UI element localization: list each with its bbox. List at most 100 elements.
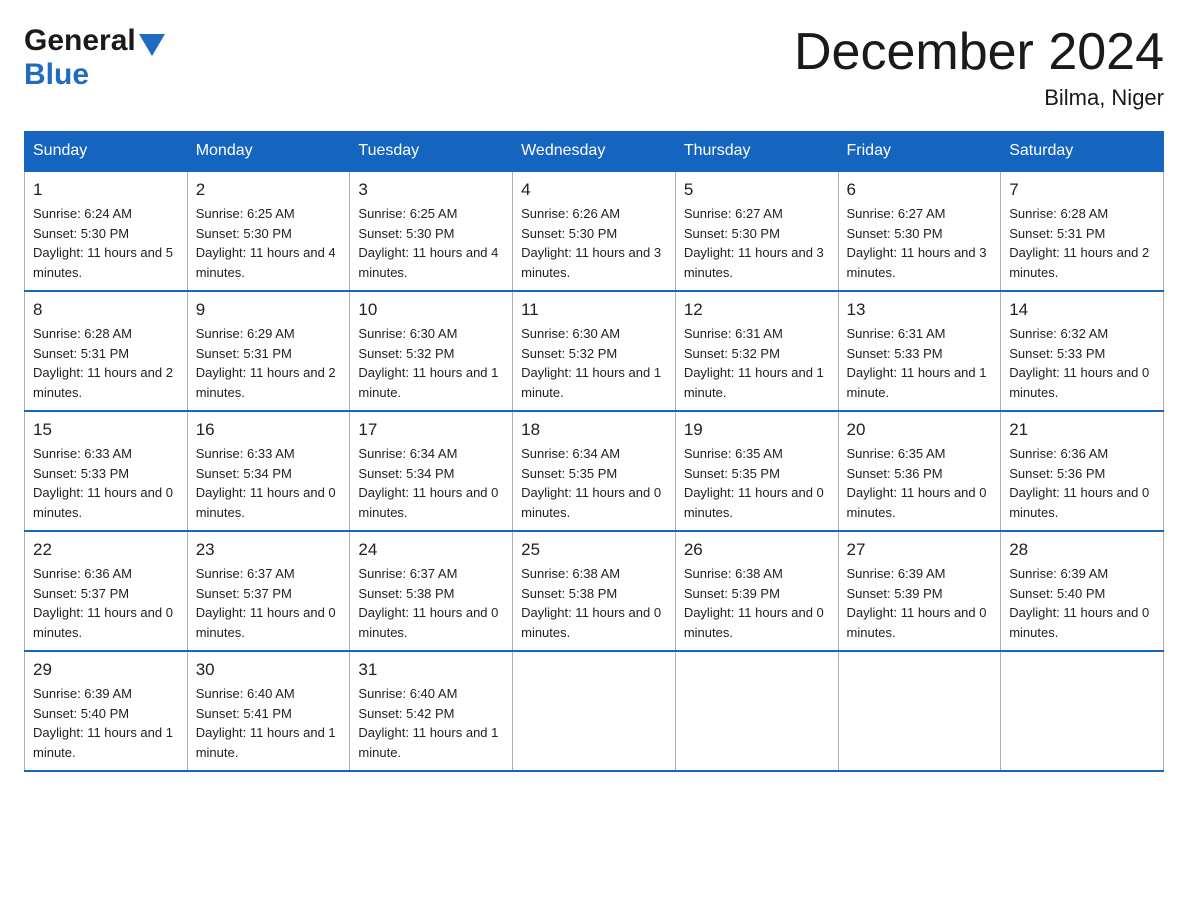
day-number: 18 <box>521 420 667 440</box>
calendar-cell: 4 Sunrise: 6:26 AMSunset: 5:30 PMDaylight… <box>513 171 676 291</box>
calendar-cell: 11Sunrise: 6:30 AMSunset: 5:32 PMDayligh… <box>513 291 676 411</box>
title-section: December 2024 Bilma, Niger <box>794 24 1164 111</box>
calendar-cell: 31 Sunrise: 6:40 AMSunset: 5:42 PMDayligh… <box>350 651 513 771</box>
week-row-4: 22 Sunrise: 6:36 AMSunset: 5:37 PMDayligh… <box>25 531 1164 651</box>
calendar-cell: 15Sunrise: 6:33 AMSunset: 5:33 PMDayligh… <box>25 411 188 531</box>
week-row-1: 1 Sunrise: 6:24 AMSunset: 5:30 PMDaylight… <box>25 171 1164 291</box>
calendar-cell: 12 Sunrise: 6:31 AMSunset: 5:32 PMDayligh… <box>675 291 838 411</box>
day-info: Sunrise: 6:24 AMSunset: 5:30 PMDaylight:… <box>33 204 179 282</box>
calendar-cell: 3 Sunrise: 6:25 AMSunset: 5:30 PMDaylight… <box>350 171 513 291</box>
day-info: Sunrise: 6:27 AMSunset: 5:30 PMDaylight:… <box>847 204 993 282</box>
day-number: 30 <box>196 660 342 680</box>
page-header: General Blue December 2024 Bilma, Niger <box>24 24 1164 111</box>
day-number: 10 <box>358 300 504 320</box>
day-info: Sunrise: 6:32 AMSunset: 5:33 PMDaylight:… <box>1009 324 1155 402</box>
week-row-5: 29Sunrise: 6:39 AMSunset: 5:40 PMDayligh… <box>25 651 1164 771</box>
week-row-3: 15Sunrise: 6:33 AMSunset: 5:33 PMDayligh… <box>25 411 1164 531</box>
day-info: Sunrise: 6:40 AMSunset: 5:42 PMDaylight:… <box>358 684 504 762</box>
day-info: Sunrise: 6:31 AMSunset: 5:32 PMDaylight:… <box>684 324 830 402</box>
calendar-cell: 17 Sunrise: 6:34 AMSunset: 5:34 PMDayligh… <box>350 411 513 531</box>
day-info: Sunrise: 6:33 AMSunset: 5:34 PMDaylight:… <box>196 444 342 522</box>
header-row: SundayMondayTuesdayWednesdayThursdayFrid… <box>25 132 1164 172</box>
calendar-cell: 28Sunrise: 6:39 AMSunset: 5:40 PMDayligh… <box>1001 531 1164 651</box>
calendar-body: 1 Sunrise: 6:24 AMSunset: 5:30 PMDaylight… <box>25 171 1164 771</box>
calendar-cell: 7 Sunrise: 6:28 AMSunset: 5:31 PMDaylight… <box>1001 171 1164 291</box>
day-info: Sunrise: 6:25 AMSunset: 5:30 PMDaylight:… <box>358 204 504 282</box>
day-number: 13 <box>847 300 993 320</box>
day-number: 31 <box>358 660 504 680</box>
day-number: 8 <box>33 300 179 320</box>
day-info: Sunrise: 6:34 AMSunset: 5:34 PMDaylight:… <box>358 444 504 522</box>
day-number: 21 <box>1009 420 1155 440</box>
day-number: 27 <box>847 540 993 560</box>
day-info: Sunrise: 6:30 AMSunset: 5:32 PMDaylight:… <box>521 324 667 402</box>
day-number: 19 <box>684 420 830 440</box>
calendar-cell: 20Sunrise: 6:35 AMSunset: 5:36 PMDayligh… <box>838 411 1001 531</box>
day-info: Sunrise: 6:34 AMSunset: 5:35 PMDaylight:… <box>521 444 667 522</box>
day-number: 22 <box>33 540 179 560</box>
calendar-cell: 8 Sunrise: 6:28 AMSunset: 5:31 PMDaylight… <box>25 291 188 411</box>
day-number: 29 <box>33 660 179 680</box>
logo-general: General <box>24 24 136 58</box>
day-info: Sunrise: 6:36 AMSunset: 5:36 PMDaylight:… <box>1009 444 1155 522</box>
day-number: 6 <box>847 180 993 200</box>
day-info: Sunrise: 6:25 AMSunset: 5:30 PMDaylight:… <box>196 204 342 282</box>
day-info: Sunrise: 6:35 AMSunset: 5:35 PMDaylight:… <box>684 444 830 522</box>
day-info: Sunrise: 6:28 AMSunset: 5:31 PMDaylight:… <box>1009 204 1155 282</box>
calendar-cell: 22 Sunrise: 6:36 AMSunset: 5:37 PMDayligh… <box>25 531 188 651</box>
day-number: 25 <box>521 540 667 560</box>
calendar-cell: 18 Sunrise: 6:34 AMSunset: 5:35 PMDayligh… <box>513 411 676 531</box>
day-number: 15 <box>33 420 179 440</box>
header-friday: Friday <box>838 132 1001 172</box>
day-number: 16 <box>196 420 342 440</box>
logo-arrow-icon <box>139 28 165 56</box>
header-tuesday: Tuesday <box>350 132 513 172</box>
day-number: 2 <box>196 180 342 200</box>
calendar-cell: 19 Sunrise: 6:35 AMSunset: 5:35 PMDayligh… <box>675 411 838 531</box>
calendar-cell <box>513 651 676 771</box>
day-info: Sunrise: 6:40 AMSunset: 5:41 PMDaylight:… <box>196 684 342 762</box>
day-info: Sunrise: 6:30 AMSunset: 5:32 PMDaylight:… <box>358 324 504 402</box>
day-number: 3 <box>358 180 504 200</box>
day-info: Sunrise: 6:37 AMSunset: 5:37 PMDaylight:… <box>196 564 342 642</box>
location-label: Bilma, Niger <box>794 85 1164 111</box>
day-number: 12 <box>684 300 830 320</box>
header-monday: Monday <box>187 132 350 172</box>
day-number: 1 <box>33 180 179 200</box>
logo-blue: Blue <box>24 58 89 91</box>
calendar-cell: 21 Sunrise: 6:36 AMSunset: 5:36 PMDayligh… <box>1001 411 1164 531</box>
header-thursday: Thursday <box>675 132 838 172</box>
month-year-title: December 2024 <box>794 24 1164 81</box>
calendar-cell: 24 Sunrise: 6:37 AMSunset: 5:38 PMDayligh… <box>350 531 513 651</box>
day-info: Sunrise: 6:27 AMSunset: 5:30 PMDaylight:… <box>684 204 830 282</box>
day-info: Sunrise: 6:28 AMSunset: 5:31 PMDaylight:… <box>33 324 179 402</box>
day-info: Sunrise: 6:31 AMSunset: 5:33 PMDaylight:… <box>847 324 993 402</box>
logo: General Blue <box>24 24 165 92</box>
header-sunday: Sunday <box>25 132 188 172</box>
calendar-cell: 9Sunrise: 6:29 AMSunset: 5:31 PMDaylight… <box>187 291 350 411</box>
calendar-cell: 27Sunrise: 6:39 AMSunset: 5:39 PMDayligh… <box>838 531 1001 651</box>
day-number: 24 <box>358 540 504 560</box>
day-number: 17 <box>358 420 504 440</box>
day-number: 26 <box>684 540 830 560</box>
day-number: 28 <box>1009 540 1155 560</box>
day-info: Sunrise: 6:26 AMSunset: 5:30 PMDaylight:… <box>521 204 667 282</box>
calendar-cell: 23 Sunrise: 6:37 AMSunset: 5:37 PMDayligh… <box>187 531 350 651</box>
calendar-cell: 29Sunrise: 6:39 AMSunset: 5:40 PMDayligh… <box>25 651 188 771</box>
day-info: Sunrise: 6:38 AMSunset: 5:39 PMDaylight:… <box>684 564 830 642</box>
day-number: 14 <box>1009 300 1155 320</box>
day-info: Sunrise: 6:36 AMSunset: 5:37 PMDaylight:… <box>33 564 179 642</box>
calendar-cell: 5 Sunrise: 6:27 AMSunset: 5:30 PMDaylight… <box>675 171 838 291</box>
day-info: Sunrise: 6:37 AMSunset: 5:38 PMDaylight:… <box>358 564 504 642</box>
day-number: 4 <box>521 180 667 200</box>
day-number: 5 <box>684 180 830 200</box>
week-row-2: 8 Sunrise: 6:28 AMSunset: 5:31 PMDaylight… <box>25 291 1164 411</box>
day-number: 7 <box>1009 180 1155 200</box>
day-number: 23 <box>196 540 342 560</box>
header-saturday: Saturday <box>1001 132 1164 172</box>
calendar-cell: 2 Sunrise: 6:25 AMSunset: 5:30 PMDaylight… <box>187 171 350 291</box>
calendar-cell <box>675 651 838 771</box>
calendar-cell: 30 Sunrise: 6:40 AMSunset: 5:41 PMDayligh… <box>187 651 350 771</box>
calendar-cell <box>1001 651 1164 771</box>
calendar-cell: 6 Sunrise: 6:27 AMSunset: 5:30 PMDaylight… <box>838 171 1001 291</box>
